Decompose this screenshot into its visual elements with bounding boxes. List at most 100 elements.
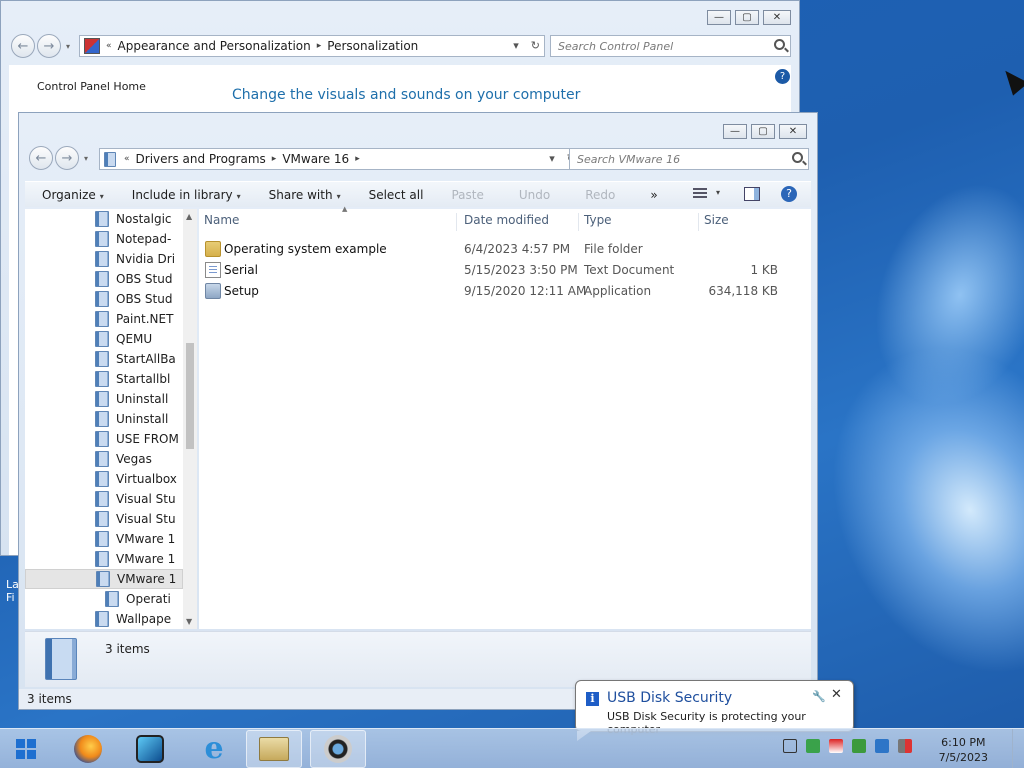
- column-header-name[interactable]: Name: [199, 213, 457, 231]
- forward-button[interactable]: →: [37, 34, 61, 58]
- folder-icon: [95, 551, 109, 567]
- taskbar-internet-explorer[interactable]: e: [186, 730, 242, 768]
- address-bar[interactable]: « Appearance and Personalization ▸ Perso…: [79, 35, 545, 57]
- help-icon[interactable]: ?: [775, 69, 790, 84]
- volume-muted-icon[interactable]: [898, 739, 912, 753]
- select-all-button[interactable]: Select all: [369, 188, 424, 202]
- tree-item[interactable]: Wallpape: [25, 609, 183, 629]
- settings-wrench-icon[interactable]: 🔧: [812, 690, 826, 703]
- tree-item[interactable]: Vegas: [25, 449, 183, 469]
- tree-item[interactable]: Operati: [25, 589, 183, 609]
- system-clock[interactable]: 6:10 PM 7/5/2023: [939, 735, 988, 765]
- view-options-icon[interactable]: [693, 188, 707, 200]
- file-row[interactable]: Setup 9/15/2020 12:11 AM Application 634…: [199, 281, 799, 302]
- close-button[interactable]: ✕: [779, 124, 807, 139]
- tree-item[interactable]: StartAllBa: [25, 349, 183, 369]
- back-button[interactable]: ←: [11, 34, 35, 58]
- tree-item[interactable]: Notepad-: [25, 229, 183, 249]
- close-icon[interactable]: ✕: [831, 687, 842, 702]
- share-with-button[interactable]: Share with ▾: [269, 188, 341, 202]
- tree-item[interactable]: Paint.NET: [25, 309, 183, 329]
- undo-button[interactable]: Undo: [519, 188, 550, 202]
- tree-item[interactable]: Nvidia Dri: [25, 249, 183, 269]
- show-desktop-button[interactable]: [1012, 729, 1024, 768]
- breadcrumb-item[interactable]: Appearance and Personalization: [118, 39, 311, 53]
- desktop-icon-label[interactable]: La Fi: [6, 578, 19, 604]
- taskbar-file-explorer[interactable]: [246, 730, 302, 768]
- more-commands-button[interactable]: »: [650, 188, 657, 202]
- breadcrumb-item[interactable]: Personalization: [327, 39, 418, 53]
- tree-item[interactable]: Nostalgic: [25, 209, 183, 229]
- folder-icon: [95, 291, 109, 307]
- chevron-down-icon[interactable]: ▾: [513, 39, 519, 52]
- preview-pane-icon[interactable]: [744, 187, 760, 201]
- minimize-button[interactable]: —: [723, 124, 747, 139]
- chevron-down-icon[interactable]: ▾: [716, 188, 720, 197]
- tree-item[interactable]: Visual Stu: [25, 509, 183, 529]
- paste-button[interactable]: Paste: [451, 188, 483, 202]
- folder-icon: [95, 451, 109, 467]
- scrollbar-thumb[interactable]: [186, 343, 194, 449]
- recent-pages-button[interactable]: ▾: [63, 42, 73, 51]
- notification-balloon[interactable]: i USB Disk Security USB Disk Security is…: [575, 680, 854, 741]
- taskbar: e 6:10 PM 7/5/2023: [0, 728, 1024, 768]
- navigation-pane[interactable]: Nostalgic Notepad- Nvidia Dri OBS Stud O…: [25, 209, 183, 629]
- explorer-window[interactable]: — ▢ ✕ ← → ▾ « Drivers and Programs ▸ VMw…: [18, 112, 818, 710]
- search-input[interactable]: Search Control Panel: [550, 35, 791, 57]
- update-icon[interactable]: [806, 739, 820, 753]
- file-row[interactable]: Serial 5/15/2023 3:50 PM Text Document 1…: [199, 260, 799, 281]
- forward-button[interactable]: →: [55, 146, 79, 170]
- tree-item[interactable]: OBS Stud: [25, 269, 183, 289]
- shield-icon[interactable]: [852, 739, 866, 753]
- tree-item[interactable]: Virtualbox: [25, 469, 183, 489]
- address-bar[interactable]: « Drivers and Programs ▸ VMware 16 ▸ ▾↻: [99, 148, 581, 170]
- network-icon[interactable]: [875, 739, 889, 753]
- back-button[interactable]: ←: [29, 146, 53, 170]
- column-header-size[interactable]: Size: [699, 213, 779, 231]
- organize-button[interactable]: Organize ▾: [42, 188, 104, 202]
- close-button[interactable]: ✕: [763, 10, 791, 25]
- file-list[interactable]: ▲ Name Date modified Type Size Operating…: [199, 205, 811, 629]
- recent-pages-button[interactable]: ▾: [81, 154, 91, 163]
- include-in-library-button[interactable]: Include in library ▾: [132, 188, 241, 202]
- maximize-button[interactable]: ▢: [751, 124, 775, 139]
- search-input[interactable]: Search VMware 16: [569, 148, 809, 170]
- help-icon[interactable]: ?: [781, 186, 797, 202]
- tree-item[interactable]: USE FROM: [25, 429, 183, 449]
- refresh-icon[interactable]: ↻: [531, 39, 540, 52]
- usb-security-icon[interactable]: [829, 739, 843, 753]
- file-row[interactable]: Operating system example 6/4/2023 4:57 P…: [199, 239, 799, 260]
- tree-item[interactable]: Uninstall: [25, 389, 183, 409]
- tree-item[interactable]: Visual Stu: [25, 489, 183, 509]
- search-icon[interactable]: [792, 152, 803, 163]
- status-item-count: 3 items: [27, 692, 72, 706]
- tree-scrollbar[interactable]: ▲ ▼: [183, 209, 197, 629]
- maximize-button[interactable]: ▢: [735, 10, 759, 25]
- tree-item-selected[interactable]: VMware 1: [25, 569, 183, 589]
- search-icon[interactable]: [774, 39, 785, 50]
- chevron-down-icon[interactable]: ▾: [549, 152, 555, 165]
- minimize-button[interactable]: —: [707, 10, 731, 25]
- column-header-type[interactable]: Type: [579, 213, 699, 231]
- start-button[interactable]: [6, 730, 46, 768]
- tree-item[interactable]: Uninstall: [25, 409, 183, 429]
- tree-item[interactable]: Startallbl: [25, 369, 183, 389]
- scroll-up-icon[interactable]: ▲: [186, 212, 192, 221]
- tree-item[interactable]: VMware 1: [25, 549, 183, 569]
- folder-icon: [95, 511, 109, 527]
- tree-item[interactable]: QEMU: [25, 329, 183, 349]
- scroll-down-icon[interactable]: ▼: [186, 617, 192, 626]
- taskbar-control-panel[interactable]: [310, 730, 366, 768]
- redo-button[interactable]: Redo: [585, 188, 615, 202]
- folder-icon: [95, 311, 109, 327]
- tree-item[interactable]: VMware 1: [25, 529, 183, 549]
- tree-item[interactable]: OBS Stud: [25, 289, 183, 309]
- internet-explorer-icon: e: [204, 731, 224, 766]
- taskbar-firefox[interactable]: [60, 730, 116, 768]
- breadcrumb-item[interactable]: VMware 16: [282, 152, 349, 166]
- column-header-date[interactable]: Date modified: [459, 213, 579, 231]
- show-windows-icon[interactable]: [783, 739, 797, 753]
- breadcrumb-item[interactable]: Drivers and Programs: [136, 152, 266, 166]
- control-panel-home-link[interactable]: Control Panel Home: [37, 80, 146, 93]
- taskbar-media-player[interactable]: [122, 730, 178, 768]
